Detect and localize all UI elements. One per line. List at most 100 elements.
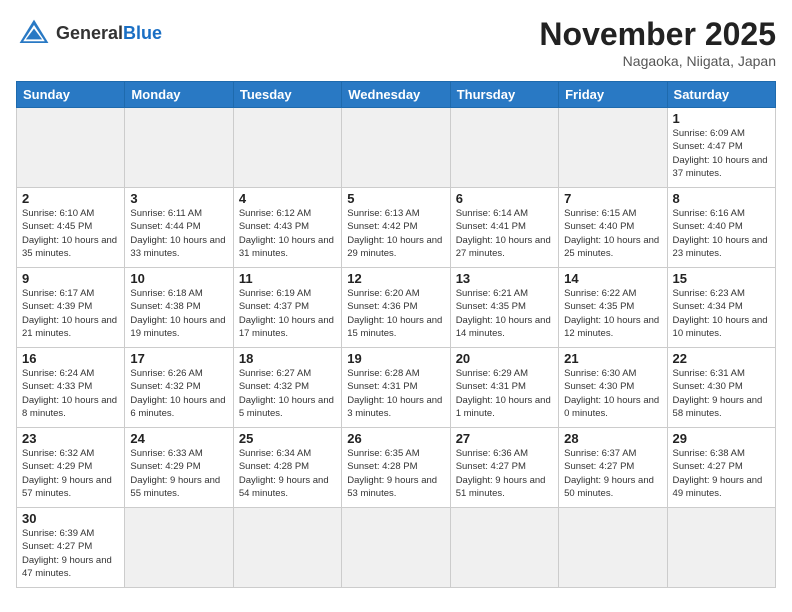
logo: GeneralBlue	[16, 16, 162, 52]
day-number: 28	[564, 431, 661, 446]
weekday-header-monday: Monday	[125, 82, 233, 108]
day-info: Sunrise: 6:32 AMSunset: 4:29 PMDaylight:…	[22, 447, 119, 500]
weekday-header-thursday: Thursday	[450, 82, 558, 108]
day-number: 20	[456, 351, 553, 366]
day-number: 14	[564, 271, 661, 286]
location-subtitle: Nagaoka, Niigata, Japan	[539, 53, 776, 69]
day-number: 26	[347, 431, 444, 446]
weekday-header-row: SundayMondayTuesdayWednesdayThursdayFrid…	[17, 82, 776, 108]
calendar-day-cell: 20Sunrise: 6:29 AMSunset: 4:31 PMDayligh…	[450, 348, 558, 428]
calendar-day-cell: 9Sunrise: 6:17 AMSunset: 4:39 PMDaylight…	[17, 268, 125, 348]
day-info: Sunrise: 6:21 AMSunset: 4:35 PMDaylight:…	[456, 287, 553, 340]
calendar-day-cell: 28Sunrise: 6:37 AMSunset: 4:27 PMDayligh…	[559, 428, 667, 508]
calendar-day-cell: 21Sunrise: 6:30 AMSunset: 4:30 PMDayligh…	[559, 348, 667, 428]
calendar-day-cell: 12Sunrise: 6:20 AMSunset: 4:36 PMDayligh…	[342, 268, 450, 348]
day-info: Sunrise: 6:09 AMSunset: 4:47 PMDaylight:…	[673, 127, 770, 180]
calendar-day-cell: 23Sunrise: 6:32 AMSunset: 4:29 PMDayligh…	[17, 428, 125, 508]
calendar-day-cell: 8Sunrise: 6:16 AMSunset: 4:40 PMDaylight…	[667, 188, 775, 268]
calendar-day-cell: 7Sunrise: 6:15 AMSunset: 4:40 PMDaylight…	[559, 188, 667, 268]
day-info: Sunrise: 6:29 AMSunset: 4:31 PMDaylight:…	[456, 367, 553, 420]
calendar-day-cell: 13Sunrise: 6:21 AMSunset: 4:35 PMDayligh…	[450, 268, 558, 348]
calendar-day-cell: 15Sunrise: 6:23 AMSunset: 4:34 PMDayligh…	[667, 268, 775, 348]
day-number: 16	[22, 351, 119, 366]
day-info: Sunrise: 6:10 AMSunset: 4:45 PMDaylight:…	[22, 207, 119, 260]
day-number: 7	[564, 191, 661, 206]
day-number: 18	[239, 351, 336, 366]
day-info: Sunrise: 6:23 AMSunset: 4:34 PMDaylight:…	[673, 287, 770, 340]
calendar-day-cell	[667, 508, 775, 588]
day-info: Sunrise: 6:11 AMSunset: 4:44 PMDaylight:…	[130, 207, 227, 260]
calendar-day-cell: 4Sunrise: 6:12 AMSunset: 4:43 PMDaylight…	[233, 188, 341, 268]
day-info: Sunrise: 6:34 AMSunset: 4:28 PMDaylight:…	[239, 447, 336, 500]
calendar-week-row: 23Sunrise: 6:32 AMSunset: 4:29 PMDayligh…	[17, 428, 776, 508]
calendar-week-row: 2Sunrise: 6:10 AMSunset: 4:45 PMDaylight…	[17, 188, 776, 268]
calendar-week-row: 9Sunrise: 6:17 AMSunset: 4:39 PMDaylight…	[17, 268, 776, 348]
day-number: 3	[130, 191, 227, 206]
calendar-day-cell	[125, 108, 233, 188]
weekday-header-friday: Friday	[559, 82, 667, 108]
day-info: Sunrise: 6:26 AMSunset: 4:32 PMDaylight:…	[130, 367, 227, 420]
calendar-day-cell: 6Sunrise: 6:14 AMSunset: 4:41 PMDaylight…	[450, 188, 558, 268]
day-info: Sunrise: 6:36 AMSunset: 4:27 PMDaylight:…	[456, 447, 553, 500]
calendar-day-cell	[559, 108, 667, 188]
calendar-week-row: 1Sunrise: 6:09 AMSunset: 4:47 PMDaylight…	[17, 108, 776, 188]
logo-text: GeneralBlue	[56, 24, 162, 44]
calendar-day-cell: 14Sunrise: 6:22 AMSunset: 4:35 PMDayligh…	[559, 268, 667, 348]
calendar-day-cell: 29Sunrise: 6:38 AMSunset: 4:27 PMDayligh…	[667, 428, 775, 508]
day-info: Sunrise: 6:24 AMSunset: 4:33 PMDaylight:…	[22, 367, 119, 420]
calendar-day-cell: 19Sunrise: 6:28 AMSunset: 4:31 PMDayligh…	[342, 348, 450, 428]
day-info: Sunrise: 6:37 AMSunset: 4:27 PMDaylight:…	[564, 447, 661, 500]
day-info: Sunrise: 6:17 AMSunset: 4:39 PMDaylight:…	[22, 287, 119, 340]
day-number: 17	[130, 351, 227, 366]
calendar-day-cell	[450, 108, 558, 188]
day-info: Sunrise: 6:14 AMSunset: 4:41 PMDaylight:…	[456, 207, 553, 260]
calendar-day-cell: 1Sunrise: 6:09 AMSunset: 4:47 PMDaylight…	[667, 108, 775, 188]
calendar-day-cell	[342, 508, 450, 588]
day-info: Sunrise: 6:13 AMSunset: 4:42 PMDaylight:…	[347, 207, 444, 260]
calendar-day-cell	[450, 508, 558, 588]
day-info: Sunrise: 6:30 AMSunset: 4:30 PMDaylight:…	[564, 367, 661, 420]
logo-icon	[16, 16, 52, 52]
day-number: 11	[239, 271, 336, 286]
day-info: Sunrise: 6:39 AMSunset: 4:27 PMDaylight:…	[22, 527, 119, 580]
title-block: November 2025 Nagaoka, Niigata, Japan	[539, 16, 776, 69]
day-number: 2	[22, 191, 119, 206]
calendar-day-cell: 17Sunrise: 6:26 AMSunset: 4:32 PMDayligh…	[125, 348, 233, 428]
weekday-header-saturday: Saturday	[667, 82, 775, 108]
calendar-day-cell	[125, 508, 233, 588]
day-number: 22	[673, 351, 770, 366]
calendar-day-cell: 22Sunrise: 6:31 AMSunset: 4:30 PMDayligh…	[667, 348, 775, 428]
day-number: 6	[456, 191, 553, 206]
calendar-day-cell: 3Sunrise: 6:11 AMSunset: 4:44 PMDaylight…	[125, 188, 233, 268]
day-info: Sunrise: 6:35 AMSunset: 4:28 PMDaylight:…	[347, 447, 444, 500]
day-number: 25	[239, 431, 336, 446]
day-info: Sunrise: 6:27 AMSunset: 4:32 PMDaylight:…	[239, 367, 336, 420]
day-number: 29	[673, 431, 770, 446]
day-number: 19	[347, 351, 444, 366]
calendar-day-cell	[17, 108, 125, 188]
day-number: 13	[456, 271, 553, 286]
weekday-header-sunday: Sunday	[17, 82, 125, 108]
calendar-day-cell: 18Sunrise: 6:27 AMSunset: 4:32 PMDayligh…	[233, 348, 341, 428]
day-info: Sunrise: 6:16 AMSunset: 4:40 PMDaylight:…	[673, 207, 770, 260]
calendar-day-cell: 16Sunrise: 6:24 AMSunset: 4:33 PMDayligh…	[17, 348, 125, 428]
day-info: Sunrise: 6:15 AMSunset: 4:40 PMDaylight:…	[564, 207, 661, 260]
weekday-header-tuesday: Tuesday	[233, 82, 341, 108]
day-info: Sunrise: 6:12 AMSunset: 4:43 PMDaylight:…	[239, 207, 336, 260]
calendar-day-cell: 10Sunrise: 6:18 AMSunset: 4:38 PMDayligh…	[125, 268, 233, 348]
day-info: Sunrise: 6:38 AMSunset: 4:27 PMDaylight:…	[673, 447, 770, 500]
calendar-week-row: 16Sunrise: 6:24 AMSunset: 4:33 PMDayligh…	[17, 348, 776, 428]
day-info: Sunrise: 6:18 AMSunset: 4:38 PMDaylight:…	[130, 287, 227, 340]
page-container: GeneralBlue November 2025 Nagaoka, Niiga…	[16, 16, 776, 588]
day-number: 12	[347, 271, 444, 286]
header: GeneralBlue November 2025 Nagaoka, Niiga…	[16, 16, 776, 69]
day-number: 24	[130, 431, 227, 446]
day-info: Sunrise: 6:28 AMSunset: 4:31 PMDaylight:…	[347, 367, 444, 420]
day-number: 23	[22, 431, 119, 446]
calendar-week-row: 30Sunrise: 6:39 AMSunset: 4:27 PMDayligh…	[17, 508, 776, 588]
calendar-day-cell: 2Sunrise: 6:10 AMSunset: 4:45 PMDaylight…	[17, 188, 125, 268]
calendar-table: SundayMondayTuesdayWednesdayThursdayFrid…	[16, 81, 776, 588]
calendar-day-cell: 5Sunrise: 6:13 AMSunset: 4:42 PMDaylight…	[342, 188, 450, 268]
day-number: 15	[673, 271, 770, 286]
calendar-day-cell: 30Sunrise: 6:39 AMSunset: 4:27 PMDayligh…	[17, 508, 125, 588]
